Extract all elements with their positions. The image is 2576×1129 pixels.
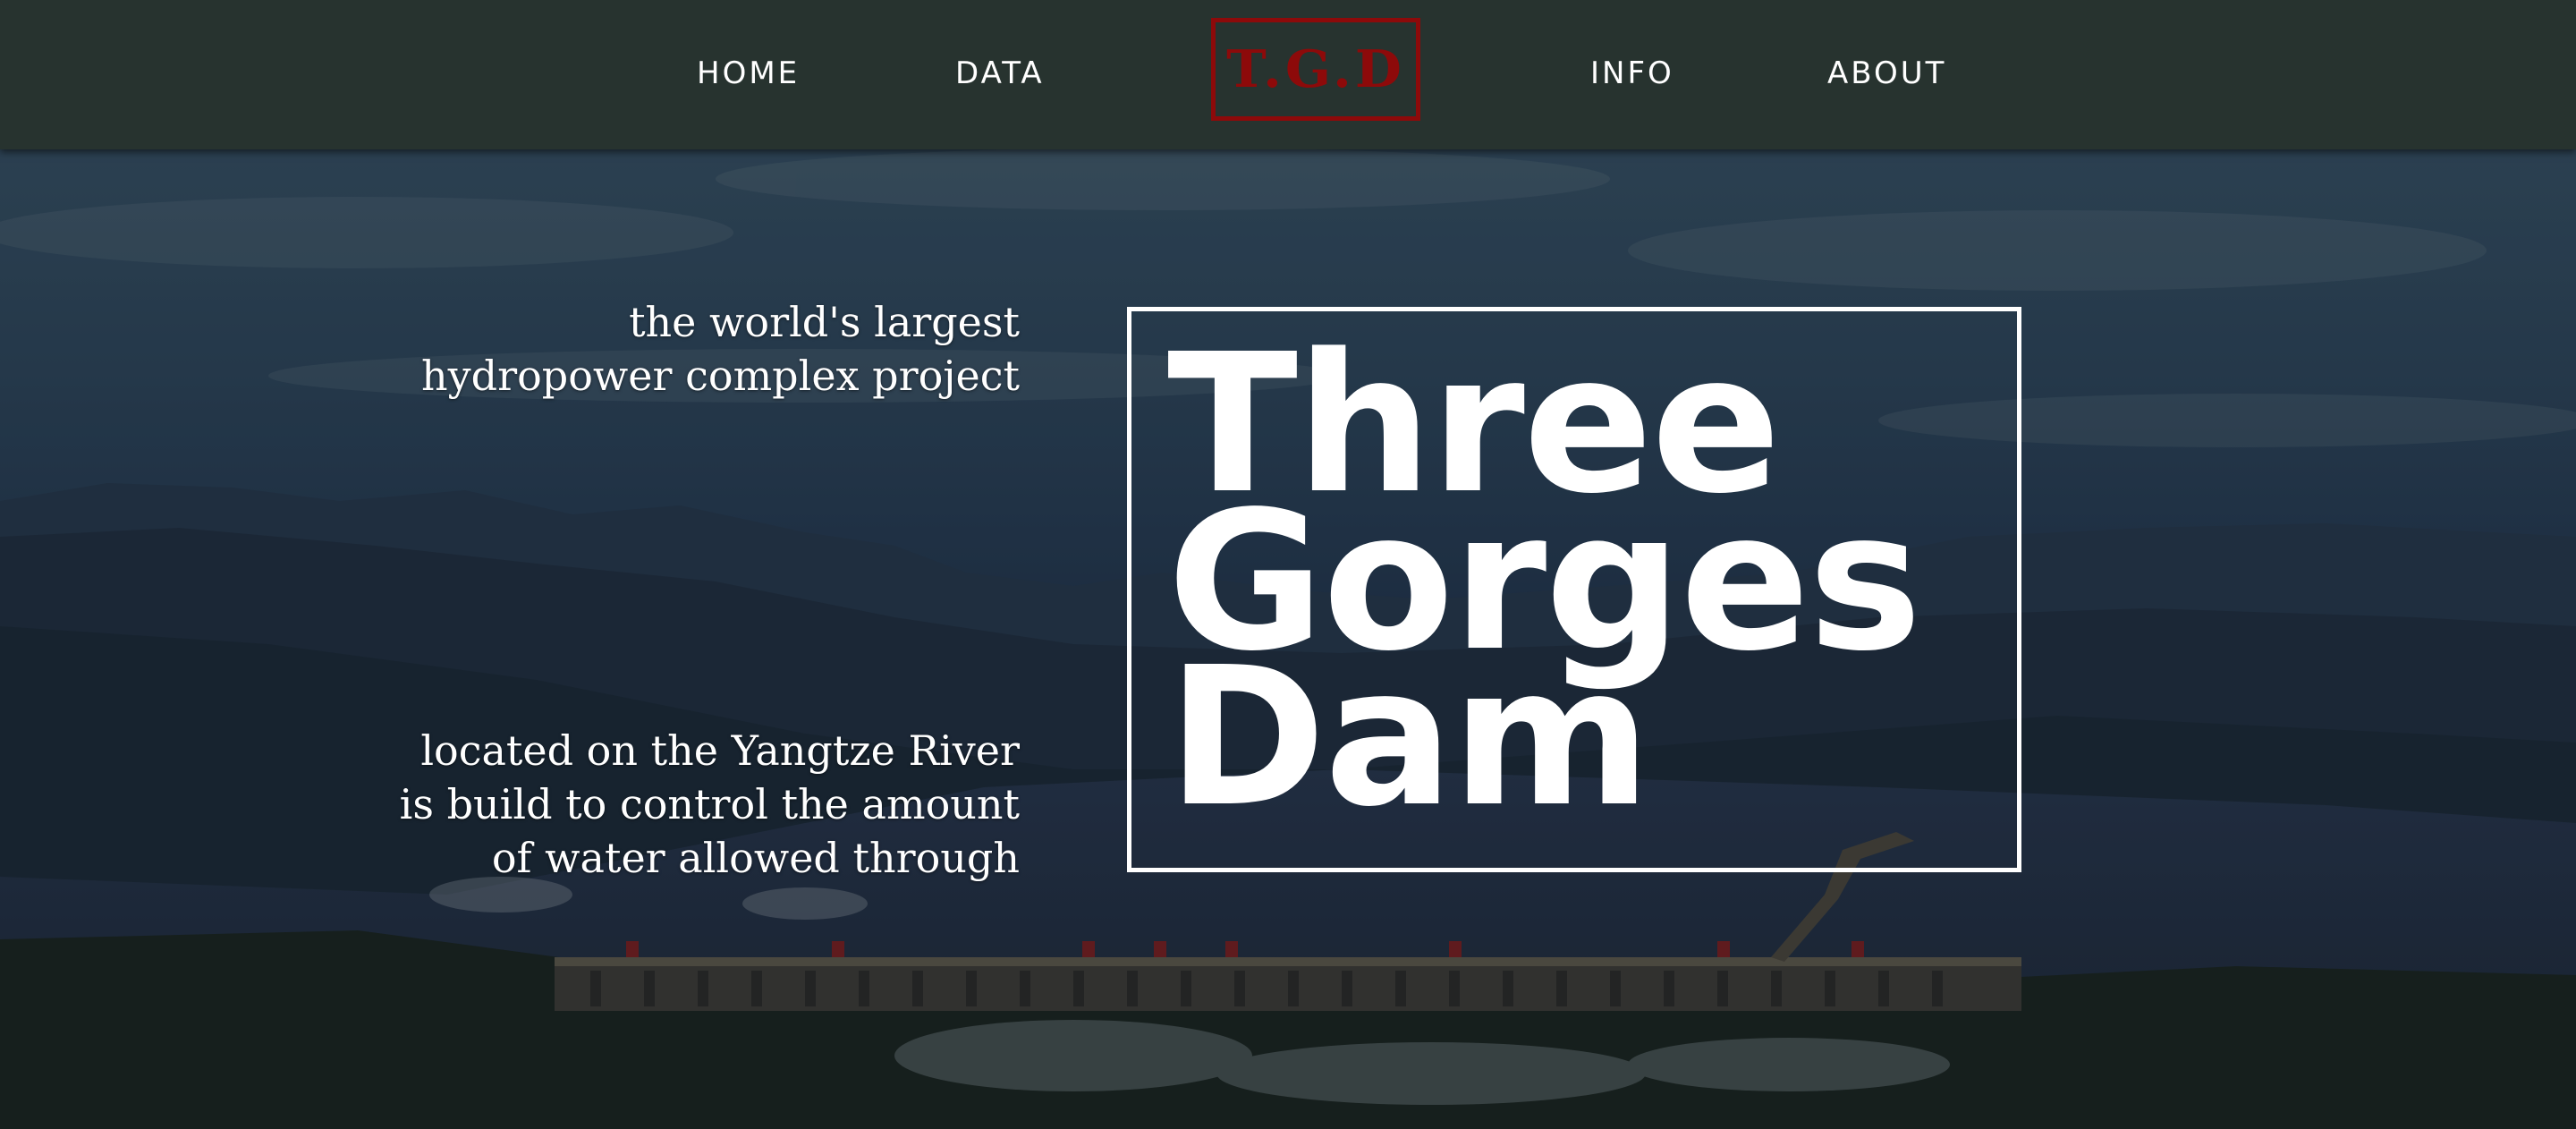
- nav-link-info[interactable]: INFO: [1590, 55, 1674, 91]
- tagline-top: the world's largest hydropower complex p…: [421, 298, 1020, 400]
- nav-link-data[interactable]: DATA: [955, 55, 1045, 91]
- hero-section: the world's largest hydropower complex p…: [0, 0, 2576, 1129]
- hero-title-box: Three Gorges Dam: [1127, 307, 2021, 872]
- hero-title-line: Dam: [1167, 626, 1651, 849]
- site-logo[interactable]: T.G.D: [1211, 18, 1420, 121]
- top-navigation-bar: HOME DATA T.G.D INFO ABOUT: [0, 0, 2576, 149]
- nav-link-home[interactable]: HOME: [697, 55, 800, 91]
- tagline-bottom: located on the Yangtze River is build to…: [399, 726, 1020, 882]
- site-logo-text: T.G.D: [1226, 39, 1405, 99]
- nav-link-about[interactable]: ABOUT: [1827, 55, 1946, 91]
